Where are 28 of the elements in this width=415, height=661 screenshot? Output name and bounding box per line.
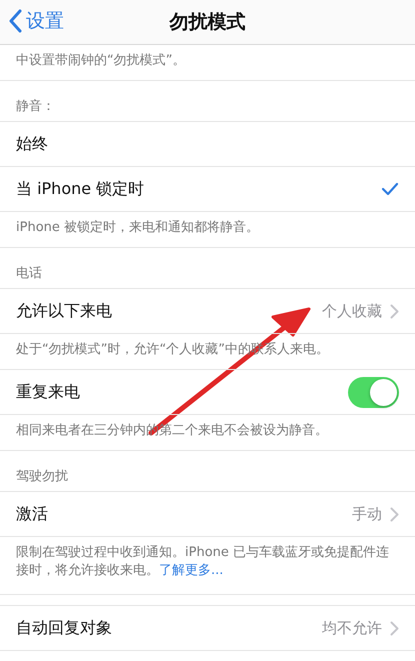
learn-more-link[interactable]: 了解更多... [159, 563, 224, 578]
chevron-icon [390, 506, 399, 522]
back-button[interactable]: 设置 [8, 8, 64, 34]
toggle-switch[interactable] [348, 376, 399, 408]
screen-title: 勿扰模式 [170, 10, 246, 35]
row-value: 均不允许 [322, 618, 382, 638]
settings-row[interactable]: 激活 手动 [0, 492, 415, 537]
settings-row[interactable]: 当 iPhone 锁定时 [0, 167, 415, 212]
back-chevron-icon [8, 9, 22, 33]
chevron-icon [390, 620, 399, 636]
row-label: 允许以下来电 [16, 300, 113, 322]
row-value: 个人收藏 [322, 302, 382, 320]
row-value: 手动 [352, 504, 382, 524]
section-footer: 中设置带闹钟的“勿扰模式”。 [0, 45, 415, 81]
chevron-icon [390, 304, 399, 318]
row-label: 激活 [16, 504, 49, 524]
settings-row[interactable]: 重复来电 [0, 370, 415, 415]
section-header: 电话 [0, 248, 415, 289]
settings-row[interactable]: 始终 [0, 122, 415, 167]
row-label: 自动回复对象 [16, 618, 113, 638]
section-footer: 限制在驾驶过程中收到通知。iPhone 已与车载蓝牙或免提配件连接时，将允许接收来电。了解更多... [0, 537, 415, 595]
section-footer: iPhone 被锁定时，来电和通知都将静音。 [0, 212, 415, 248]
row-label: 重复来电 [16, 382, 81, 402]
row-label: 当 iPhone 锁定时 [16, 178, 146, 200]
row-label: 始终 [16, 134, 49, 154]
settings-row[interactable]: 自动回复对象 均不允许 [0, 605, 415, 651]
section-header: 驾驶勿扰 [0, 451, 415, 492]
section-header: 静音： [0, 81, 415, 122]
